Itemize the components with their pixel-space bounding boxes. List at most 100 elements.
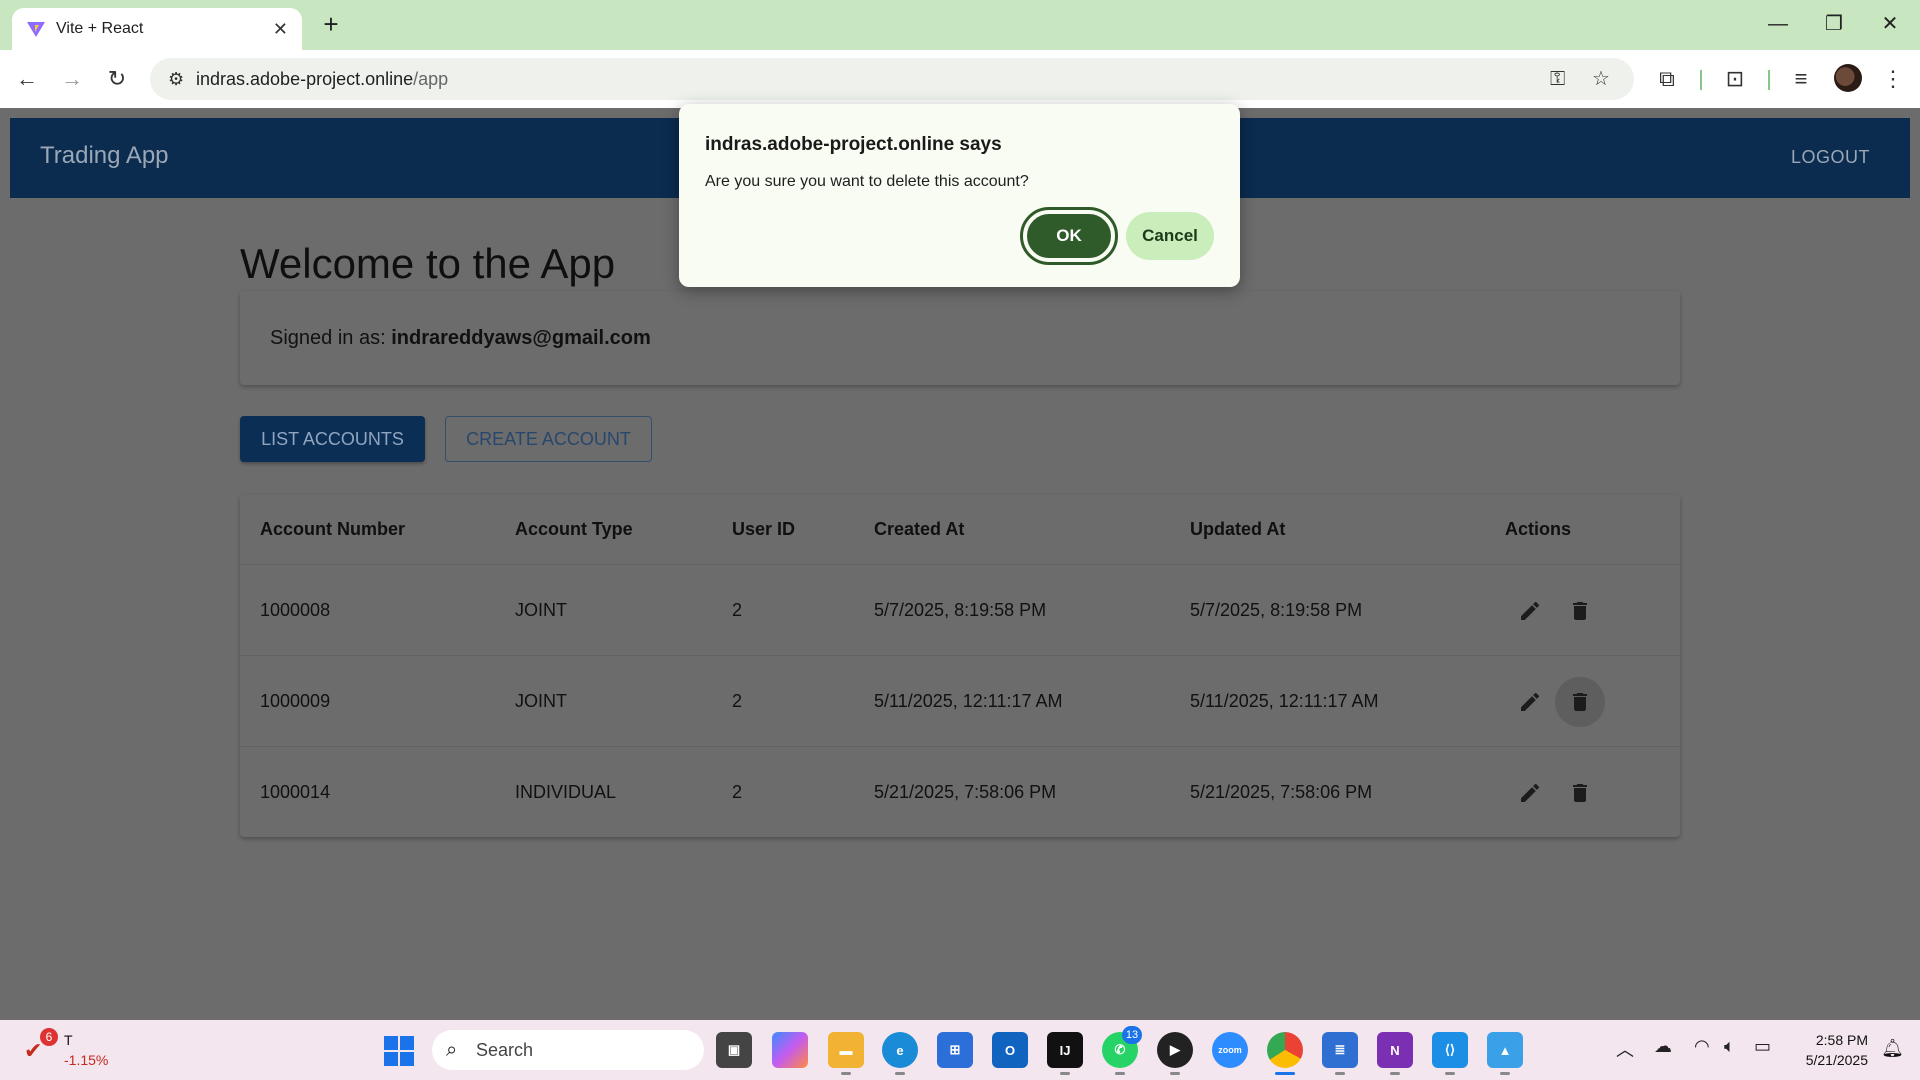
file-explorer-icon[interactable]: ▬	[828, 1032, 864, 1068]
cell-updated-at: 5/7/2025, 8:19:58 PM	[1190, 600, 1363, 620]
signed-in-email: indrareddyaws@gmail.com	[391, 327, 651, 349]
dialog-message: Are you sure you want to delete this acc…	[705, 173, 1029, 190]
cell-account-type: INDIVIDUAL	[515, 782, 617, 802]
vite-favicon-icon	[27, 22, 45, 37]
forward-icon[interactable]: →	[55, 62, 89, 96]
edit-icon[interactable]	[1510, 773, 1550, 813]
tab-search-icon[interactable]: ⊡	[1718, 62, 1752, 96]
edit-icon[interactable]	[1510, 591, 1550, 631]
running-indicator	[1500, 1072, 1510, 1075]
media-control-icon[interactable]: ≡	[1784, 62, 1818, 96]
ok-button[interactable]: OK	[1020, 207, 1118, 265]
onedrive-icon[interactable]: ☁	[1654, 1036, 1672, 1057]
browser-tab[interactable]: Vite + React ✕	[12, 8, 302, 50]
browser-toolbar: ← → ↻ ⚙ indras.adobe-project.online /app…	[0, 50, 1920, 108]
reload-icon[interactable]: ↻	[100, 62, 134, 96]
edit-icon[interactable]	[1510, 682, 1550, 722]
tab-title: Vite + React	[56, 20, 144, 37]
toolbar-divider	[1768, 70, 1770, 90]
back-icon[interactable]: ←	[10, 62, 44, 96]
cell-user-id: 2	[732, 782, 743, 802]
cell-user-id: 2	[732, 691, 743, 711]
create-account-button[interactable]: CREATE ACCOUNT	[445, 416, 652, 462]
intellij-icon[interactable]: IJ	[1047, 1032, 1083, 1068]
taskbar-clock[interactable]: 2:58 PM 5/21/2025	[1806, 1030, 1868, 1070]
stock-badge: 6	[40, 1028, 58, 1046]
taskbar-search[interactable]: ⌕ Search	[432, 1030, 704, 1070]
windows-taskbar: ✔ 6 T -1.15% ⌕ Search ▣ ▬ e ⊞ O IJ ✆ 13 …	[0, 1020, 1920, 1080]
cell-created-at: 5/7/2025, 8:19:58 PM	[874, 600, 1047, 620]
close-window-button[interactable]: ✕	[1872, 8, 1908, 40]
wifi-icon[interactable]: ◠	[1694, 1036, 1710, 1057]
table-row: 1000008 JOINT 2 5/7/2025, 8:19:58 PM 5/7…	[240, 565, 1680, 656]
delete-icon[interactable]	[1560, 591, 1600, 631]
bookmark-star-icon[interactable]: ☆	[1592, 58, 1610, 100]
page-title: Welcome to the App	[240, 240, 616, 287]
volume-icon[interactable]: 🔈︎	[1724, 1036, 1735, 1057]
browser-tab-strip: Vite + React ✕ + — ❐ ✕	[0, 0, 1920, 50]
battery-icon[interactable]: ▭	[1754, 1036, 1771, 1057]
windows-start-icon[interactable]	[384, 1036, 414, 1066]
menu-kebab-icon[interactable]: ⋮	[1876, 62, 1910, 96]
running-indicator	[1115, 1072, 1125, 1075]
extensions-icon[interactable]: ⧉	[1650, 62, 1684, 96]
col-actions: Actions	[1505, 519, 1572, 539]
running-indicator	[1390, 1072, 1400, 1075]
cell-created-at: 5/11/2025, 12:11:17 AM	[874, 691, 1063, 711]
site-info-icon[interactable]: ⚙	[168, 69, 196, 90]
clock-time: 2:58 PM	[1815, 1032, 1868, 1048]
tray-overflow-icon[interactable]: ︿	[1616, 1036, 1634, 1062]
cell-account-number: 1000009	[260, 691, 331, 711]
delete-icon[interactable]	[1555, 677, 1605, 727]
notepad-icon[interactable]: ≣	[1322, 1032, 1358, 1068]
vscode-icon[interactable]: ⟨⟩	[1432, 1032, 1468, 1068]
search-label: Search	[476, 1039, 534, 1060]
running-indicator	[1335, 1072, 1345, 1075]
tab-close-icon[interactable]: ✕	[273, 19, 288, 40]
notification-bell-icon[interactable]: 🔔︎	[1881, 1038, 1904, 1059]
running-indicator	[1445, 1072, 1455, 1075]
media-player-icon[interactable]: ▶	[1157, 1032, 1193, 1068]
signed-in-card: Signed in as: indrareddyaws@gmail.com	[240, 291, 1680, 385]
stock-widget[interactable]: ✔ 6 T -1.15%	[24, 1028, 114, 1072]
col-user-id: User ID	[732, 519, 796, 539]
onenote-icon[interactable]: N	[1377, 1032, 1413, 1068]
logout-button[interactable]: LOGOUT	[1791, 147, 1870, 168]
edge-icon[interactable]: e	[882, 1032, 918, 1068]
photos-icon[interactable]: ▲	[1487, 1032, 1523, 1068]
running-indicator	[841, 1072, 851, 1075]
cell-updated-at: 5/11/2025, 12:11:17 AM	[1190, 691, 1379, 711]
cancel-button[interactable]: Cancel	[1126, 212, 1214, 260]
confirm-dialog: indras.adobe-project.online says Are you…	[679, 104, 1240, 287]
url-host: indras.adobe-project.online	[196, 68, 414, 89]
list-accounts-button[interactable]: LIST ACCOUNTS	[240, 416, 425, 462]
chrome-icon[interactable]	[1267, 1032, 1303, 1068]
task-view-icon[interactable]: ▣	[716, 1032, 752, 1068]
cell-account-number: 1000008	[260, 600, 331, 620]
signed-in-text: Signed in as: indrareddyaws@gmail.com	[270, 327, 651, 350]
copilot-icon[interactable]	[772, 1032, 808, 1068]
app-brand[interactable]: Trading App	[40, 142, 169, 170]
delete-icon[interactable]	[1560, 773, 1600, 813]
profile-avatar[interactable]	[1834, 64, 1862, 92]
running-indicator	[1170, 1072, 1180, 1075]
col-account-number: Account Number	[260, 519, 406, 539]
restore-button[interactable]: ❐	[1816, 8, 1852, 40]
password-key-icon[interactable]: ⚿	[1550, 58, 1565, 100]
active-indicator	[1275, 1072, 1295, 1075]
zoom-icon[interactable]: zoom	[1212, 1032, 1248, 1068]
whatsapp-badge: 13	[1122, 1026, 1142, 1044]
table-row: 1000014 INDIVIDUAL 2 5/21/2025, 7:58:06 …	[240, 747, 1680, 838]
cell-account-type: JOINT	[515, 691, 567, 711]
new-tab-button[interactable]: +	[316, 10, 346, 40]
minimize-button[interactable]: —	[1760, 8, 1796, 40]
cell-created-at: 5/21/2025, 7:58:06 PM	[874, 782, 1057, 802]
running-indicator	[1060, 1072, 1070, 1075]
address-bar[interactable]: ⚙ indras.adobe-project.online /app ⚿ ☆	[150, 58, 1634, 100]
signed-in-label: Signed in as:	[270, 327, 392, 349]
toolbar-divider	[1700, 70, 1702, 90]
stock-symbol: T	[64, 1032, 73, 1048]
outlook-icon[interactable]: O	[992, 1032, 1028, 1068]
cell-updated-at: 5/21/2025, 7:58:06 PM	[1190, 782, 1373, 802]
store-icon[interactable]: ⊞	[937, 1032, 973, 1068]
